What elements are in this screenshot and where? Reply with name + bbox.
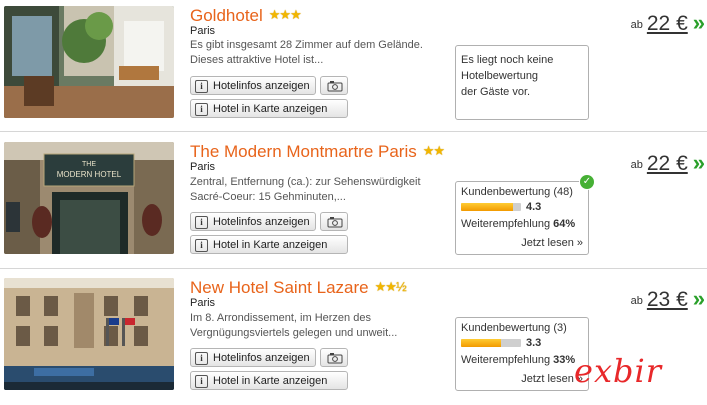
- camera-icon: [327, 217, 343, 228]
- review-box[interactable]: ✓ Kundenbewertung (48) 4.3 Weiterempfehl…: [455, 174, 595, 255]
- price-amount[interactable]: 23 €: [647, 288, 688, 311]
- hotel-info-button[interactable]: i Hotelinfos anzeigen: [190, 212, 316, 231]
- show-on-map-label: Hotel in Karte anzeigen: [213, 103, 328, 115]
- review-box[interactable]: Kundenbewertung (3) 3.3 Weiterempfehlung…: [455, 317, 589, 391]
- rating-bar-fill: [461, 339, 501, 347]
- double-chevron-right-icon[interactable]: »: [693, 10, 705, 35]
- review-count: Kundenbewertung (3): [461, 322, 567, 334]
- rating-score: 3.3: [526, 337, 542, 349]
- star-rating-icon: ★★½: [374, 279, 407, 294]
- recommendation-label: Weiterempfehlung: [461, 218, 551, 230]
- price-amount[interactable]: 22 €: [647, 12, 688, 35]
- hotel-name[interactable]: New Hotel Saint Lazare ★★½: [190, 278, 407, 298]
- divider: [0, 268, 707, 269]
- info-icon: i: [195, 375, 208, 388]
- double-chevron-right-icon[interactable]: »: [693, 286, 705, 311]
- watermark-logo: exbir: [574, 352, 662, 390]
- show-on-map-label: Hotel in Karte anzeigen: [213, 375, 328, 387]
- photo-gallery-button[interactable]: [320, 348, 348, 367]
- hotel-photo[interactable]: [4, 6, 174, 118]
- read-reviews-link[interactable]: Jetzt lesen »: [521, 237, 583, 249]
- rating-bar-fill: [461, 203, 513, 211]
- description-line: Dieses attraktive Hotel ist...: [190, 54, 324, 66]
- hotel-info-label: Hotelinfos anzeigen: [213, 80, 310, 92]
- double-chevron-right-icon[interactable]: »: [693, 150, 705, 175]
- description-line: Im 8. Arrondissement, im Herzen des: [190, 312, 371, 324]
- hotel-info-label: Hotelinfos anzeigen: [213, 216, 310, 228]
- hotel-name[interactable]: Goldhotel ★★★: [190, 6, 302, 26]
- recommendation-value: 64%: [553, 218, 576, 230]
- hotel-name-link[interactable]: New Hotel Saint Lazare: [190, 278, 369, 297]
- hotel-city: Paris: [190, 161, 216, 173]
- hotel-description: Im 8. Arrondissement, im Herzen des Verg…: [190, 311, 435, 341]
- info-icon: i: [195, 239, 208, 252]
- verified-check-icon: ✓: [579, 174, 595, 190]
- hotel-info-button[interactable]: i Hotelinfos anzeigen: [190, 76, 316, 95]
- info-icon: i: [195, 80, 208, 93]
- no-review-text: Es liegt noch keine Hotelbewertung der G…: [456, 46, 588, 106]
- hotel-description: Zentral, Entfernung (ca.): zur Sehenswür…: [190, 175, 435, 205]
- show-on-map-button[interactable]: i Hotel in Karte anzeigen: [190, 235, 348, 254]
- no-review-line: der Gäste vor.: [461, 86, 531, 98]
- photo-gallery-button[interactable]: [320, 212, 348, 231]
- price-amount[interactable]: 22 €: [647, 152, 688, 175]
- price[interactable]: ab 23 €»: [630, 286, 706, 312]
- camera-icon: [327, 353, 343, 364]
- no-review-line: Hotelbewertung: [461, 70, 539, 82]
- hotel-sign-text: MODERN HOTEL: [57, 170, 122, 179]
- photo-gallery-button[interactable]: [320, 76, 348, 95]
- hotel-name-link[interactable]: Goldhotel: [190, 6, 263, 25]
- show-on-map-label: Hotel in Karte anzeigen: [213, 239, 328, 251]
- hotel-photo[interactable]: [4, 278, 174, 390]
- hotel-name-link[interactable]: The Modern Montmartre Paris: [190, 142, 417, 161]
- price[interactable]: ab 22 €»: [630, 150, 706, 176]
- recommendation: Weiterempfehlung 64%: [461, 218, 575, 230]
- hotel-city: Paris: [190, 297, 216, 309]
- recommendation-label: Weiterempfehlung: [461, 354, 551, 366]
- description-line: Es gibt insgesamt 28 Zimmer auf dem Gelä…: [190, 39, 423, 51]
- price-prefix: ab: [630, 19, 643, 31]
- rating-bar: [461, 339, 521, 347]
- rating-bar: [461, 203, 521, 211]
- star-rating-icon: ★★: [422, 143, 445, 158]
- hotel-listing: Goldhotel ★★★ Paris Es gibt insgesamt 28 …: [0, 0, 707, 128]
- price-prefix: ab: [630, 295, 643, 307]
- info-icon: i: [195, 103, 208, 116]
- recommendation: Weiterempfehlung 33%: [461, 354, 575, 366]
- show-on-map-button[interactable]: i Hotel in Karte anzeigen: [190, 371, 348, 390]
- recommendation-value: 33%: [553, 354, 576, 366]
- show-on-map-button[interactable]: i Hotel in Karte anzeigen: [190, 99, 348, 118]
- review-box: Es liegt noch keine Hotelbewertung der G…: [455, 45, 589, 120]
- hotel-city: Paris: [190, 25, 216, 37]
- description-line: Zentral, Entfernung (ca.): zur Sehenswür…: [190, 176, 421, 188]
- review-count: Kundenbewertung (48): [461, 186, 573, 198]
- rating-score: 4.3: [526, 201, 542, 213]
- hotel-info-button[interactable]: i Hotelinfos anzeigen: [190, 348, 316, 367]
- hotel-sign-text: THE: [82, 161, 96, 168]
- hotel-photo[interactable]: THE MODERN HOTEL: [4, 142, 174, 254]
- description-line: Sacré-Coeur: 15 Gehminuten,...: [190, 191, 346, 203]
- hotel-info-label: Hotelinfos anzeigen: [213, 352, 310, 364]
- no-review-line: Es liegt noch keine: [461, 54, 554, 66]
- info-icon: i: [195, 216, 208, 229]
- camera-icon: [327, 81, 343, 92]
- hotel-name[interactable]: The Modern Montmartre Paris ★★: [190, 142, 445, 162]
- hotel-description: Es gibt insgesamt 28 Zimmer auf dem Gelä…: [190, 38, 435, 68]
- divider: [0, 131, 707, 132]
- description-line: Vergnügungsviertels gelegen und unweit..…: [190, 327, 398, 339]
- price[interactable]: ab 22 €»: [630, 10, 706, 36]
- price-prefix: ab: [630, 159, 643, 171]
- info-icon: i: [195, 352, 208, 365]
- star-rating-icon: ★★★: [268, 7, 302, 22]
- hotel-listing: THE MODERN HOTEL The Modern Montmartre P…: [0, 136, 707, 264]
